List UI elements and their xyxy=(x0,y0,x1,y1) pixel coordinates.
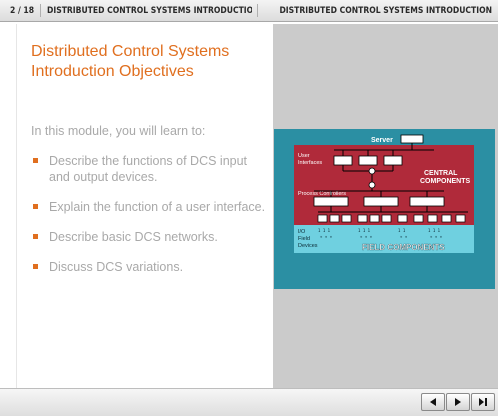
controller-box xyxy=(409,196,445,207)
user-interface-box xyxy=(383,155,403,166)
controller-box xyxy=(313,196,349,207)
field-components-label: FIELD COMPONENTS xyxy=(362,243,445,252)
io-label: Field xyxy=(298,236,310,242)
page-counter: 2 / 18 xyxy=(10,6,35,16)
user-interface-box xyxy=(358,155,378,166)
central-components-label: COMPONENTS xyxy=(420,178,471,185)
objective-text: Discuss DCS variations. xyxy=(49,260,184,274)
user-interface-box xyxy=(333,155,353,166)
objective-text: Describe the functions of DCS input and … xyxy=(49,154,248,184)
top-bar: 2 / 18 DISTRIBUTED CONTROL SYSTEMS INTRO… xyxy=(0,0,498,22)
process-controllers-label: Process Controllers xyxy=(298,191,346,197)
content-panel: Distributed Control Systems Introduction… xyxy=(16,24,273,388)
divider xyxy=(257,4,258,17)
svg-text:¤ ¤: ¤ ¤ xyxy=(400,234,408,239)
objectives-list: Describe the functions of DCS input and … xyxy=(31,153,266,289)
server-label: Server xyxy=(371,137,393,144)
central-components-label: CENTRAL xyxy=(424,170,458,177)
io-label: Devices xyxy=(298,243,318,249)
bullet-icon xyxy=(33,158,38,163)
objective-text: Describe basic DCS networks. xyxy=(49,230,218,244)
list-item: Describe the functions of DCS input and … xyxy=(31,153,266,185)
divider xyxy=(40,4,41,17)
svg-text:¤ ¤ ¤: ¤ ¤ ¤ xyxy=(360,234,373,239)
skip-end-icon xyxy=(479,398,487,406)
list-item: Describe basic DCS networks. xyxy=(31,229,266,245)
controller-box xyxy=(363,196,399,207)
page-title: Distributed Control Systems Introduction… xyxy=(31,43,230,80)
objective-text: Explain the function of a user interface… xyxy=(49,200,266,214)
list-item: Explain the function of a user interface… xyxy=(31,199,266,215)
bullet-icon xyxy=(33,204,38,209)
triangle-right-icon xyxy=(455,398,461,406)
svg-text:¤ ¤ ¤: ¤ ¤ ¤ xyxy=(430,234,443,239)
media-panel: Server User Interfaces CENTRAL COMPONENT… xyxy=(273,24,498,388)
next-button[interactable] xyxy=(446,393,470,411)
dcs-diagram: Server User Interfaces CENTRAL COMPONENT… xyxy=(274,129,495,289)
intro-text: In this module, you will learn to: xyxy=(31,124,206,138)
end-button[interactable] xyxy=(471,393,495,411)
user-interfaces-label: Interfaces xyxy=(298,160,322,166)
user-interfaces-label: User xyxy=(298,153,310,159)
svg-text:1 1 1: 1 1 1 xyxy=(318,228,331,233)
triangle-left-icon xyxy=(430,398,436,406)
svg-text:1 1: 1 1 xyxy=(398,228,406,233)
bullet-icon xyxy=(33,264,38,269)
svg-text:¤ ¤ ¤: ¤ ¤ ¤ xyxy=(320,234,333,239)
course-title: DISTRIBUTED CONTROL SYSTEMS INTRODUCTION xyxy=(279,6,492,16)
slide-title: DISTRIBUTED CONTROL SYSTEMS INTRODUCTION… xyxy=(47,6,252,16)
bullet-icon xyxy=(33,234,38,239)
back-button[interactable] xyxy=(421,393,445,411)
bottom-bar xyxy=(0,388,498,416)
io-label: I/O xyxy=(298,229,306,235)
svg-text:1 1 1: 1 1 1 xyxy=(358,228,371,233)
server-box xyxy=(400,134,424,144)
svg-text:1 1 1: 1 1 1 xyxy=(428,228,441,233)
list-item: Discuss DCS variations. xyxy=(31,259,266,275)
